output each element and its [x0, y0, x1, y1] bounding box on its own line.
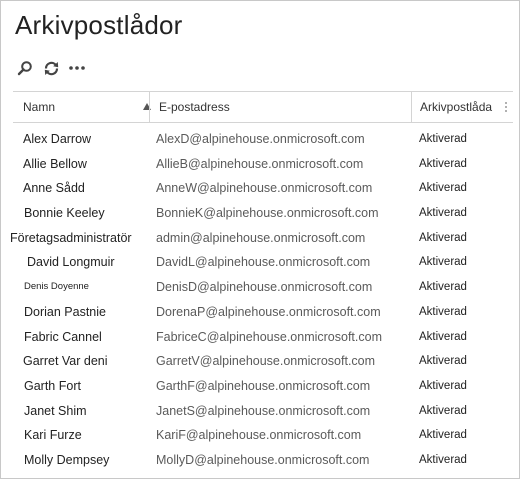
column-header-email[interactable]: E-postadress: [159, 92, 409, 122]
row-email: BonnieK@alpinehouse.onmicrosoft.com: [156, 206, 379, 221]
row-email: AnneW@alpinehouse.onmicrosoft.com: [156, 181, 373, 196]
row-name: Företagsadministratör: [10, 230, 132, 245]
column-header-archive-label: Arkivpostlåda: [420, 100, 493, 114]
row-name: Garth Fort: [24, 378, 81, 393]
mailbox-list: Alex Darrow AlexD@alpinehouse.onmicrosof…: [1, 127, 519, 473]
column-separator[interactable]: [149, 92, 150, 122]
column-header-name[interactable]: Namn: [23, 92, 153, 122]
row-email: DenisD@alpinehouse.onmicrosoft.com: [156, 280, 373, 295]
row-email: MollyD@alpinehouse.onmicrosoft.com: [156, 452, 370, 467]
row-email: GarthF@alpinehouse.onmicrosoft.com: [156, 378, 371, 393]
row-name: Janet Shim: [24, 403, 87, 418]
row-status: Aktiverad: [419, 429, 467, 442]
row-name: Bonnie Keeley: [24, 206, 105, 221]
row-name: Fabric Cannel: [24, 329, 102, 344]
table-row[interactable]: Fabric Cannel FabriceC@alpinehouse.onmic…: [1, 325, 519, 350]
row-status: Aktiverad: [419, 157, 467, 170]
row-status: Aktiverad: [419, 404, 467, 417]
column-separator[interactable]: [411, 92, 412, 122]
row-status: Aktiverad: [419, 330, 467, 343]
refresh-icon: [44, 61, 58, 75]
table-row[interactable]: Dorian Pastnie DorenaP@alpinehouse.onmic…: [1, 300, 519, 325]
row-status: Aktiverad: [419, 133, 467, 145]
row-name: Kari Furze: [24, 428, 82, 443]
refresh-button[interactable]: [39, 57, 63, 79]
table-row[interactable]: Kari Furze KariF@alpinehouse.onmicrosoft…: [1, 423, 519, 448]
row-name: Allie Bellow: [23, 156, 87, 171]
column-menu-icon: [505, 102, 507, 112]
row-email: AllieB@alpinehouse.onmicrosoft.com: [156, 156, 364, 171]
more-icon: [69, 66, 85, 70]
row-email: AlexD@alpinehouse.onmicrosoft.com: [156, 132, 365, 146]
row-email: FabriceC@alpinehouse.onmicrosoft.com: [156, 329, 382, 344]
row-name: David Longmuir: [27, 255, 115, 270]
column-header-email-label: E-postadress: [159, 100, 230, 114]
row-status: Aktiverad: [419, 379, 467, 392]
row-email: JanetS@alpinehouse.onmicrosoft.com: [156, 403, 371, 418]
toolbar: [13, 57, 91, 79]
table-row[interactable]: David Longmuir DavidL@alpinehouse.onmicr…: [1, 250, 519, 275]
row-name: Anne Sådd: [23, 181, 85, 196]
table-row[interactable]: Janet Shim JanetS@alpinehouse.onmicrosof…: [1, 399, 519, 424]
row-status: Aktiverad: [419, 355, 467, 368]
row-email: KariF@alpinehouse.onmicrosoft.com: [156, 428, 362, 443]
column-header-archive[interactable]: Arkivpostlåda: [420, 92, 513, 122]
row-email: GarretV@alpinehouse.onmicrosoft.com: [156, 354, 376, 369]
row-status: Aktiverad: [419, 305, 467, 318]
row-name: Alex Darrow: [23, 132, 92, 146]
table-row[interactable]: Denis Doyenne DenisD@alpinehouse.onmicro…: [1, 275, 519, 300]
row-email: admin@alpinehouse.onmicrosoft.com: [156, 230, 366, 245]
row-name: Garret Var deni: [23, 354, 108, 369]
search-icon: [17, 61, 32, 76]
more-options-button[interactable]: [65, 57, 89, 79]
row-name: Molly Dempsey: [24, 452, 110, 467]
row-status: Aktiverad: [419, 207, 467, 220]
table-row[interactable]: Anne Sådd AnneW@alpinehouse.onmicrosoft.…: [1, 176, 519, 201]
table-row[interactable]: Molly Dempsey MollyD@alpinehouse.onmicro…: [1, 448, 519, 473]
row-name: Dorian Pastnie: [24, 304, 106, 319]
row-status: Aktiverad: [419, 231, 467, 244]
row-status: Aktiverad: [419, 281, 467, 294]
column-header-name-label: Namn: [23, 100, 56, 114]
row-name: Denis Doyenne: [24, 281, 89, 293]
row-email: DavidL@alpinehouse.onmicrosoft.com: [156, 255, 371, 270]
table-row[interactable]: Allie Bellow AllieB@alpinehouse.onmicros…: [1, 152, 519, 177]
row-status: Aktiverad: [419, 182, 467, 195]
row-email: DorenaP@alpinehouse.onmicrosoft.com: [156, 304, 381, 319]
row-status: Aktiverad: [419, 256, 467, 269]
table-row[interactable]: Garret Var deni GarretV@alpinehouse.onmi…: [1, 349, 519, 374]
table-row[interactable]: Företagsadministratör admin@alpinehouse.…: [1, 226, 519, 251]
table-header: Namn E-postadress Arkivpostlåda: [13, 91, 513, 123]
page-title: Arkivpostlådor: [15, 10, 183, 40]
table-row[interactable]: Alex Darrow AlexD@alpinehouse.onmicrosof…: [1, 127, 519, 152]
row-status: Aktiverad: [419, 453, 467, 466]
search-button[interactable]: [13, 57, 37, 79]
archive-mailboxes-panel: Arkivpostlådor Namn E-postadress Arkivpo…: [0, 0, 520, 479]
table-row[interactable]: Garth Fort GarthF@alpinehouse.onmicrosof…: [1, 374, 519, 399]
table-row[interactable]: Bonnie Keeley BonnieK@alpinehouse.onmicr…: [1, 201, 519, 226]
